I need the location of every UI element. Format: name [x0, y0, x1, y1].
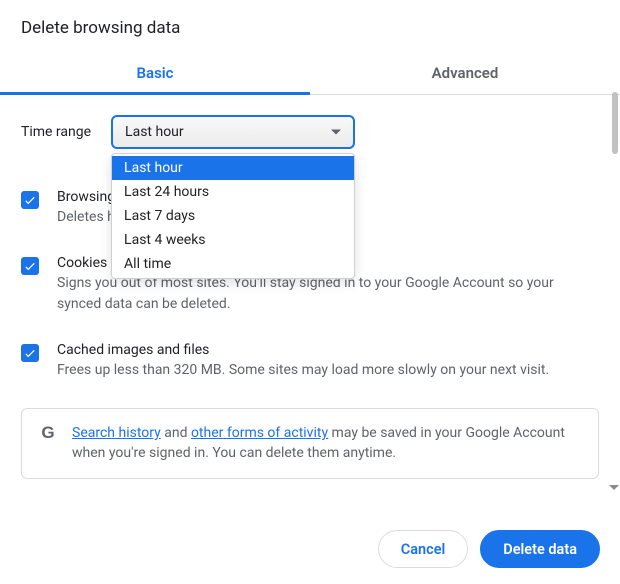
- tab-basic[interactable]: Basic: [0, 52, 310, 94]
- time-range-selected: Last hour: [125, 124, 184, 140]
- checkbox-cookies[interactable]: [21, 257, 39, 275]
- time-option-last-24-hours[interactable]: Last 24 hours: [112, 180, 354, 204]
- time-option-all-time[interactable]: All time: [112, 252, 354, 276]
- google-account-notice: G Search history and other forms of acti…: [21, 408, 599, 479]
- option-cache: Cached images and files Frees up less th…: [21, 342, 599, 380]
- time-range-label: Time range: [21, 124, 91, 140]
- option-desc: Frees up less than 320 MB. Some sites ma…: [57, 360, 549, 380]
- time-option-last-hour[interactable]: Last hour: [112, 156, 354, 180]
- option-title: Cached images and files: [57, 342, 549, 358]
- google-icon: G: [38, 423, 58, 443]
- checkmark-icon: [23, 193, 37, 207]
- notice-mid: and: [161, 425, 191, 441]
- notice-text: Search history and other forms of activi…: [72, 423, 582, 464]
- time-option-last-7-days[interactable]: Last 7 days: [112, 204, 354, 228]
- time-range-row: Time range Last hour Last hour Last 24 h…: [21, 115, 599, 149]
- other-activity-link[interactable]: other forms of activity: [191, 425, 328, 441]
- time-range-dropdown[interactable]: Last hour Last hour Last 24 hours Last 7…: [111, 115, 355, 149]
- option-desc: Signs you out of most sites. You'll stay…: [57, 273, 599, 314]
- time-range-dropdown-button[interactable]: Last hour: [111, 115, 355, 149]
- dialog-content: Time range Last hour Last hour Last 24 h…: [0, 95, 620, 479]
- chevron-down-icon: [331, 130, 341, 135]
- tab-bar: Basic Advanced: [0, 52, 620, 95]
- time-option-last-4-weeks[interactable]: Last 4 weeks: [112, 228, 354, 252]
- checkmark-icon: [23, 259, 37, 273]
- option-text: Cached images and files Frees up less th…: [57, 342, 549, 380]
- scrollbar-down-icon[interactable]: [609, 485, 619, 490]
- dialog-footer: Cancel Delete data: [378, 530, 600, 568]
- scrollbar-thumb[interactable]: [612, 92, 618, 154]
- delete-data-button[interactable]: Delete data: [480, 530, 600, 568]
- scrollbar[interactable]: [610, 92, 618, 490]
- checkbox-cache[interactable]: [21, 344, 39, 362]
- cancel-button[interactable]: Cancel: [378, 530, 469, 568]
- search-history-link[interactable]: Search history: [72, 425, 161, 441]
- time-range-dropdown-list: Last hour Last 24 hours Last 7 days Last…: [111, 153, 355, 279]
- tab-advanced[interactable]: Advanced: [310, 52, 620, 94]
- dialog-title: Delete browsing data: [0, 0, 620, 52]
- checkbox-browsing-history[interactable]: [21, 191, 39, 209]
- checkmark-icon: [23, 346, 37, 360]
